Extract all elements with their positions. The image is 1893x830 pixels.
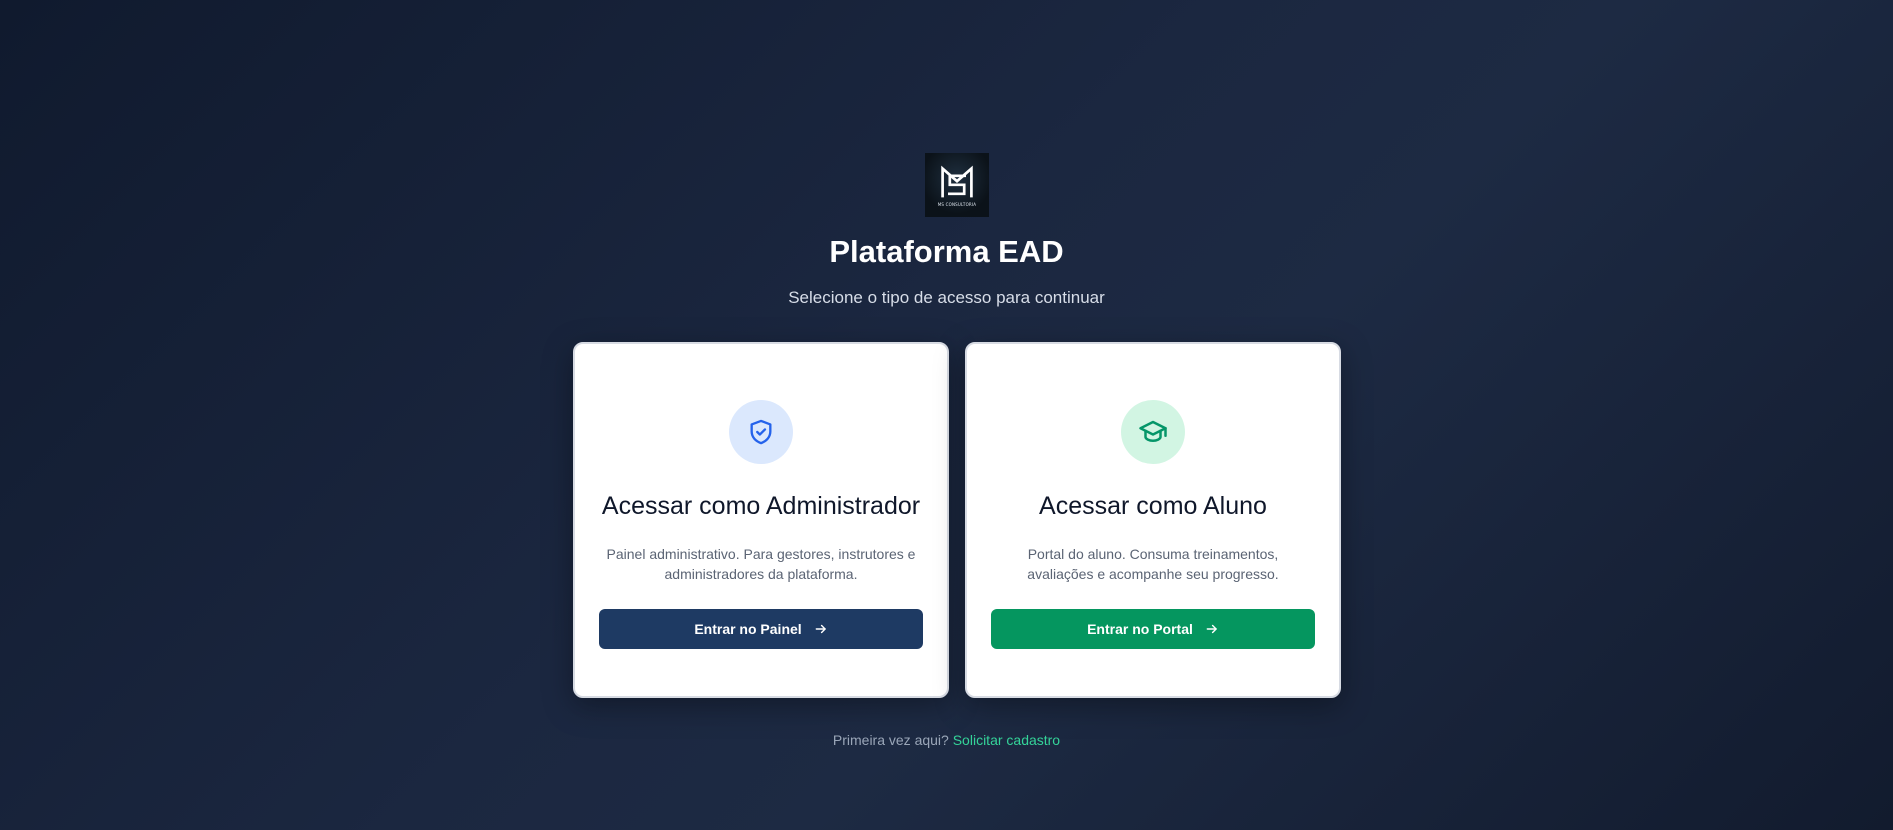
graduation-cap-icon: [1139, 420, 1167, 442]
brand-logo: MS CONSULTORIA: [925, 153, 989, 217]
admin-card-description: Painel administrativo. Para gestores, in…: [606, 546, 916, 582]
enter-student-portal-button[interactable]: Entrar no Portal: [991, 609, 1315, 649]
student-card-description: Portal do aluno. Consuma treinamentos, a…: [1027, 546, 1279, 582]
signup-prompt: Primeira vez aqui? Solicitar cadastro: [0, 732, 1893, 748]
signup-prompt-text: Primeira vez aqui?: [832, 732, 949, 748]
admin-icon-badge: [729, 400, 793, 464]
request-signup-link[interactable]: Solicitar cadastro: [953, 732, 1060, 748]
page-subtitle: Selecione o tipo de acesso para continua…: [788, 288, 1105, 307]
admin-card-title: Acessar como Administrador: [601, 492, 921, 520]
enter-student-portal-label: Entrar no Portal: [1087, 621, 1193, 637]
arrow-right-icon: [815, 624, 826, 634]
logo-text: MS CONSULTORIA: [937, 202, 977, 207]
student-access-card: Acessar como Aluno Portal do aluno. Cons…: [965, 342, 1341, 698]
enter-admin-panel-button[interactable]: Entrar no Painel: [599, 609, 923, 649]
enter-admin-panel-label: Entrar no Painel: [694, 621, 802, 637]
admin-access-card: Acessar como Administrador Painel admini…: [573, 342, 949, 698]
page-title: Plataforma EAD: [829, 234, 1064, 269]
student-icon-badge: [1121, 400, 1185, 464]
student-card-title: Acessar como Aluno: [1039, 492, 1267, 520]
ms-logo-icon: [941, 165, 973, 198]
shield-check-icon: [750, 419, 772, 445]
arrow-right-icon: [1206, 624, 1217, 634]
